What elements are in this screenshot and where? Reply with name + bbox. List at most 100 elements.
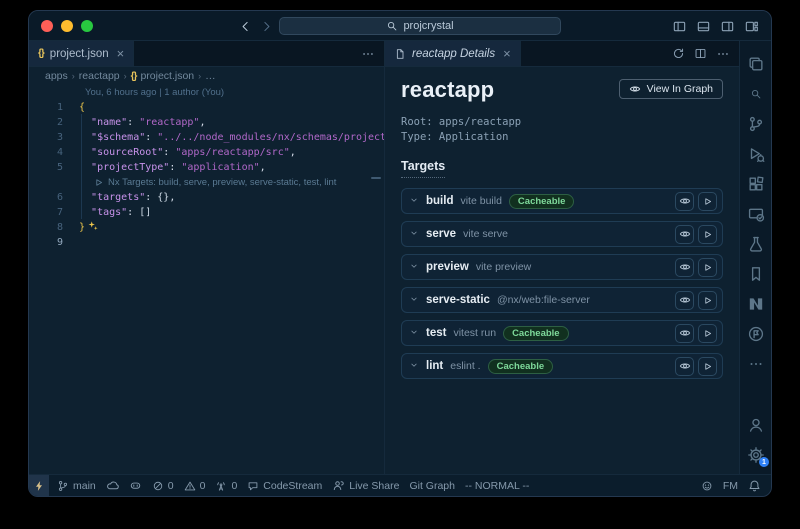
code-line[interactable]: 8} [29, 220, 384, 235]
close-tab-icon[interactable]: × [503, 46, 511, 61]
breadcrumb[interactable]: apps›reactapp›{}project.json›… [29, 67, 384, 85]
status-item-codestream[interactable]: CodeStream [247, 480, 322, 492]
activity-ellipsis[interactable] [740, 349, 772, 379]
chevron-down-icon[interactable] [409, 258, 419, 276]
chevron-down-icon[interactable] [409, 357, 419, 375]
code-line[interactable]: 6 "targets": {}, [29, 190, 384, 205]
view-target-button[interactable] [675, 291, 694, 310]
tab-reactapp-details[interactable]: reactapp Details × [385, 41, 521, 66]
run-target-button[interactable] [698, 324, 717, 343]
sparkle-icon[interactable] [87, 220, 99, 235]
activity-gear[interactable]: 1 [740, 440, 772, 470]
code-line[interactable]: 5 "projectType": "application", [29, 160, 384, 175]
target-name: test [426, 327, 446, 339]
more-actions-icon[interactable] [716, 47, 730, 61]
activity-remote[interactable] [740, 199, 772, 229]
refresh-icon[interactable] [672, 47, 685, 60]
code-editor[interactable]: You, 6 hours ago | 1 author (You) 1{2 "n… [29, 85, 384, 474]
status-item-notifications[interactable] [748, 479, 761, 492]
command-center-search[interactable]: projcrystal [279, 17, 561, 35]
status-item-sync[interactable] [106, 479, 119, 492]
activity-source-control[interactable] [740, 109, 772, 139]
activity-debug[interactable] [740, 139, 772, 169]
view-target-button[interactable] [675, 192, 694, 211]
breadcrumb-item[interactable]: … [205, 70, 216, 82]
status-item-vim-mode[interactable]: -- NORMAL -- [465, 480, 529, 492]
view-target-button[interactable] [675, 324, 694, 343]
eye-icon [629, 83, 641, 95]
run-target-button[interactable] [698, 357, 717, 376]
code-line[interactable]: 2 "name": "reactapp", [29, 115, 384, 130]
nx-targets-codelens[interactable]: Nx Targets: build, serve, preview, serve… [29, 175, 384, 190]
forward-icon[interactable] [260, 20, 273, 33]
activity-search[interactable] [740, 79, 772, 109]
breadcrumb-item[interactable]: project.json [140, 70, 194, 82]
split-editor-icon[interactable] [694, 47, 707, 60]
status-item-warnings[interactable]: 0 [184, 480, 206, 492]
target-name: preview [426, 261, 469, 273]
breadcrumb-item[interactable]: reactapp [79, 70, 120, 82]
breadcrumb-separator: › [72, 71, 75, 81]
status-item-liveshare[interactable]: Live Share [332, 479, 399, 492]
code-line[interactable]: 3 "$schema": "../../node_modules/nx/sche… [29, 130, 384, 145]
zoom-window-button[interactable] [81, 20, 93, 32]
chevron-down-icon[interactable] [409, 225, 419, 243]
vscode-window: projcrystal {} project.json × apps › react… [28, 10, 772, 497]
back-icon[interactable] [239, 20, 252, 33]
status-item-frontmatter[interactable]: FM [723, 480, 738, 492]
run-target-button[interactable] [698, 291, 717, 310]
target-row-serve[interactable]: serve vite serve [401, 221, 723, 247]
code-line[interactable]: 7 "tags": [] [29, 205, 384, 220]
tab-project-json[interactable]: {} project.json × [29, 41, 134, 66]
layout-grid-icon[interactable] [744, 19, 759, 34]
activity-nx[interactable] [740, 289, 772, 319]
activity-extensions[interactable] [740, 169, 772, 199]
target-row-serve-static[interactable]: serve-static @nx/web:file-server [401, 287, 723, 313]
target-row-lint[interactable]: lint eslint . Cacheable [401, 353, 723, 379]
search-icon [386, 20, 398, 32]
status-item-branch[interactable]: main [57, 480, 96, 492]
more-actions-icon[interactable] [361, 47, 375, 61]
activity-flag-circle[interactable] [740, 319, 772, 349]
target-name: build [426, 195, 453, 207]
project-type: Type: Application [401, 130, 723, 145]
code-line[interactable]: 9 [29, 235, 384, 250]
activity-files[interactable] [740, 49, 772, 79]
code-line[interactable]: 1{ [29, 100, 384, 115]
view-target-button[interactable] [675, 357, 694, 376]
target-row-build[interactable]: build vite build Cacheable [401, 188, 723, 214]
target-row-preview[interactable]: preview vite preview [401, 254, 723, 280]
minimize-window-button[interactable] [61, 20, 73, 32]
activity-beaker[interactable] [740, 229, 772, 259]
target-row-test[interactable]: test vitest run Cacheable [401, 320, 723, 346]
breadcrumb-item[interactable]: apps [45, 70, 68, 82]
activity-bookmark[interactable] [740, 259, 772, 289]
code-line[interactable]: 4 "sourceRoot": "apps/reactapp/src", [29, 145, 384, 160]
editor-sash-handle[interactable] [371, 177, 381, 179]
view-target-button[interactable] [675, 258, 694, 277]
layout-right-icon[interactable] [720, 19, 735, 34]
close-tab-icon[interactable]: × [117, 46, 125, 61]
chevron-down-icon[interactable] [409, 324, 419, 342]
chevron-down-icon[interactable] [409, 291, 419, 309]
layout-bottom-icon[interactable] [696, 19, 711, 34]
line-number: 8 [29, 220, 63, 235]
status-item-feedback[interactable] [701, 480, 713, 492]
status-item-ports[interactable]: 0 [215, 480, 237, 492]
status-item-remote[interactable] [29, 475, 49, 496]
run-target-button[interactable] [698, 192, 717, 211]
target-name: serve-static [426, 294, 490, 306]
close-window-button[interactable] [41, 20, 53, 32]
target-command: vite preview [476, 261, 531, 273]
activity-account[interactable] [740, 410, 772, 440]
run-target-button[interactable] [698, 225, 717, 244]
chevron-down-icon[interactable] [409, 192, 419, 210]
view-in-graph-button[interactable]: View In Graph [619, 79, 723, 99]
view-target-button[interactable] [675, 225, 694, 244]
status-item-copilot[interactable] [129, 479, 142, 492]
status-item-errors[interactable]: 0 [152, 480, 174, 492]
layout-left-icon[interactable] [672, 19, 687, 34]
run-target-button[interactable] [698, 258, 717, 277]
line-number: 6 [29, 190, 63, 205]
status-item-git-graph[interactable]: Git Graph [409, 480, 455, 492]
